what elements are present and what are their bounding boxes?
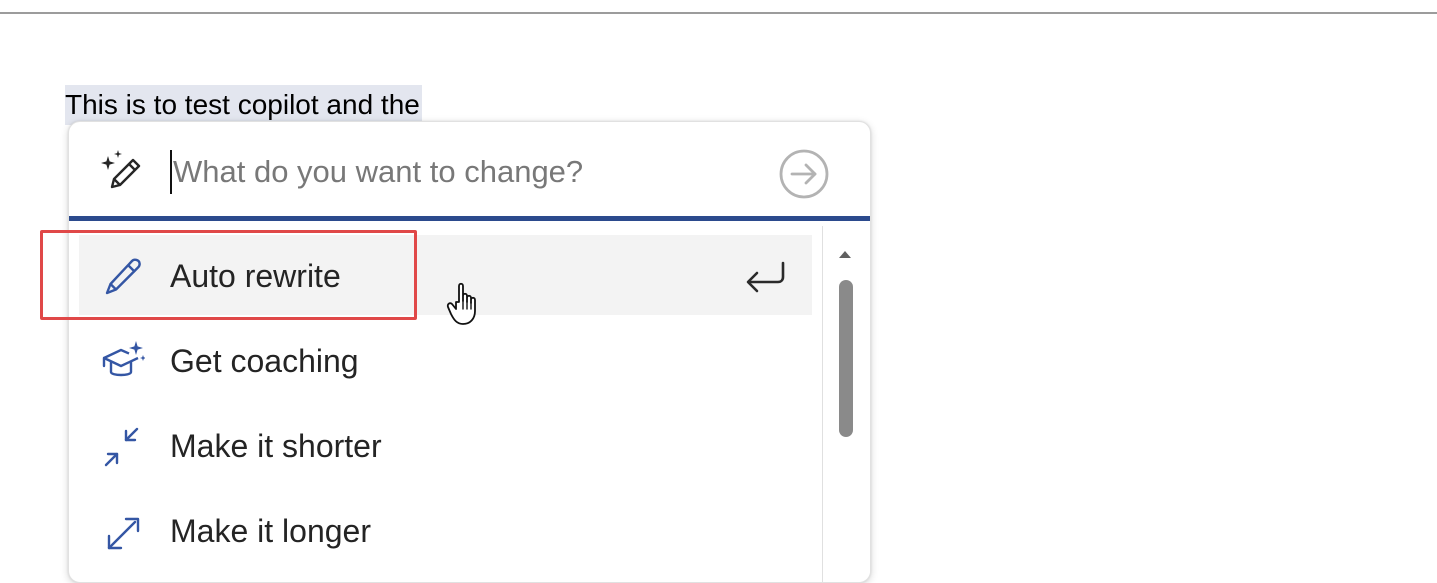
- graduation-cap-sparkle-icon: [101, 340, 146, 384]
- sparkle-pen-icon: [99, 148, 147, 196]
- rewrite-options-menu: Auto rewrite Get coaching Make it shorte…: [69, 221, 821, 582]
- send-button[interactable]: [778, 148, 830, 200]
- enter-key-icon: [743, 259, 789, 295]
- prompt-row: [69, 122, 870, 216]
- menu-item-make-it-longer[interactable]: Make it longer: [79, 490, 812, 570]
- arrows-collapse-icon: [101, 425, 145, 469]
- arrow-right-circle-icon: [779, 149, 829, 199]
- menu-item-label: Get coaching: [170, 343, 359, 379]
- pen-icon: [101, 255, 145, 299]
- menu-item-label: Make it shorter: [170, 428, 382, 464]
- selected-document-text[interactable]: This is to test copilot and the: [65, 85, 422, 125]
- top-divider: [0, 12, 1437, 14]
- prompt-input[interactable]: [173, 148, 753, 196]
- triangle-up-icon[interactable]: [838, 244, 852, 258]
- menu-item-auto-rewrite[interactable]: Auto rewrite: [79, 235, 812, 315]
- menu-scrollbar[interactable]: [822, 226, 870, 582]
- copilot-rewrite-popup: Auto rewrite Get coaching: [68, 121, 871, 583]
- scrollbar-thumb[interactable]: [839, 280, 853, 437]
- arrows-expand-icon: [101, 510, 145, 554]
- menu-item-label: Make it longer: [170, 513, 371, 549]
- menu-item-make-it-shorter[interactable]: Make it shorter: [79, 405, 812, 485]
- menu-item-label: Auto rewrite: [170, 258, 341, 294]
- menu-item-get-coaching[interactable]: Get coaching: [79, 320, 812, 400]
- text-caret: [170, 150, 172, 194]
